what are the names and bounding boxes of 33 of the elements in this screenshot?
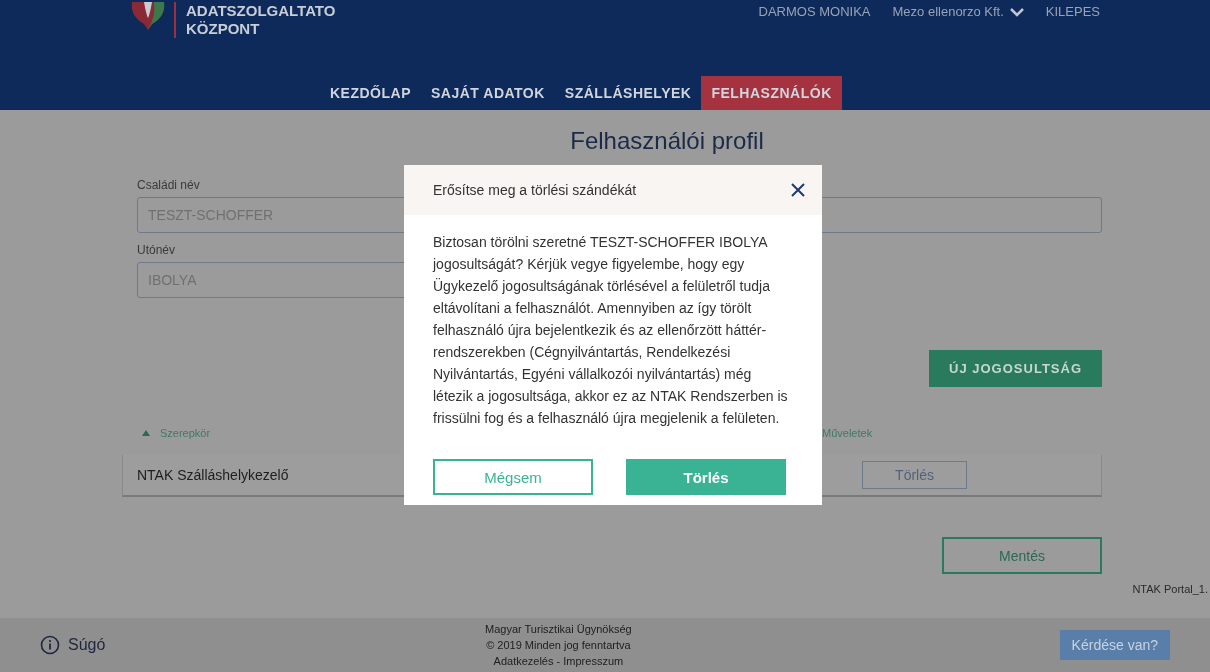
sort-up-icon — [142, 430, 150, 436]
page-title: Felhasználói profil — [569, 127, 764, 155]
footer-text: © 2019 Minden jog fenntartva — [486, 638, 631, 653]
company-menu[interactable]: Mezo ellenorzo Kft. — [892, 4, 1024, 19]
field-label: Családi név — [137, 178, 200, 192]
nav-tab[interactable]: SAJÁT ADATOK — [421, 76, 555, 110]
column-header[interactable]: Szerepkör — [142, 427, 822, 439]
nav-tab[interactable]: SZÁLLÁSHELYEK — [554, 76, 702, 110]
dialog-title: Erősítse meg a törlési szándékát — [433, 182, 637, 198]
footer-text: Magyar Turisztikai Ügynökség — [485, 622, 632, 637]
info-icon — [40, 635, 60, 655]
logout-link[interactable]: KILEPES — [1045, 4, 1100, 19]
footer-text: Adatkezelés - Impresszum — [493, 654, 624, 669]
delete-button[interactable]: Törlés — [862, 461, 967, 489]
logo-text: ADATSZOLGALTATO — [186, 2, 336, 20]
help-link[interactable]: Súgó — [40, 635, 485, 655]
table-cell: NTAK Szálláshelykezelő — [137, 467, 289, 483]
save-button[interactable]: Mentés — [942, 537, 1102, 574]
delete-confirm-button[interactable]: Törlés — [626, 459, 786, 495]
user-name: DARMOS MONIKA — [758, 4, 871, 19]
logo-text: KÖZPONT — [186, 20, 261, 38]
close-button[interactable] — [791, 183, 805, 197]
nav-tab[interactable]: FELHASZNÁLÓK — [701, 76, 842, 110]
nav-tab[interactable]: KEZDŐLAP — [320, 76, 421, 110]
column-header[interactable]: Műveletek — [822, 427, 873, 439]
version-text: NTAK Portal_1. — [1132, 583, 1209, 595]
question-button[interactable]: Kérdése van? — [1059, 630, 1170, 660]
chevron-down-icon — [1009, 6, 1024, 17]
logo-icon — [130, 2, 166, 32]
field-label: Utónév — [137, 243, 176, 257]
cancel-button[interactable]: Mégsem — [433, 459, 593, 495]
new-permission-button[interactable]: ÚJ JOGOSULTSÁG — [929, 350, 1102, 387]
close-icon — [791, 183, 805, 197]
